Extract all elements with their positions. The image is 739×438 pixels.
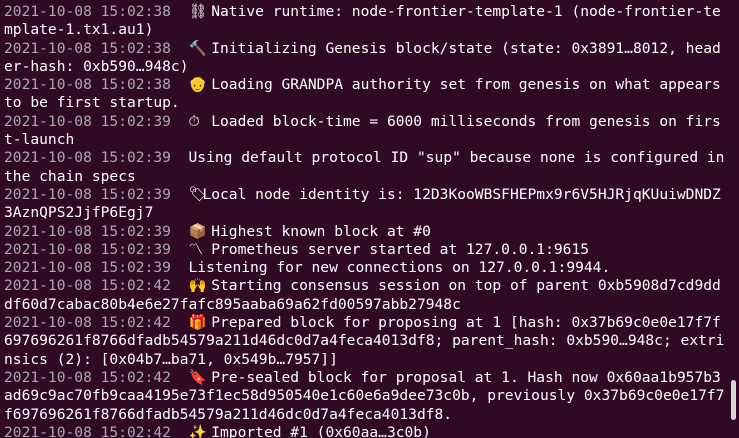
- log-line: 2021-10-08 15:02:42 🔖 Pre-sealed block f…: [4, 369, 726, 424]
- log-timestamp: 2021-10-08 15:02:39: [4, 240, 171, 258]
- gift-icon: 🎁: [188, 314, 207, 332]
- log-timestamp: 2021-10-08 15:02:42: [4, 314, 171, 332]
- log-line: 2021-10-08 15:02:42 🎁 Prepared block for…: [4, 314, 726, 369]
- log-line: 2021-10-08 15:02:38 🔨 Initializing Genes…: [4, 40, 726, 77]
- part-alternation-mark-icon: 〽: [188, 240, 204, 258]
- log-line: 2021-10-08 15:02:42 ✨ Imported #1 (0x60a…: [4, 424, 726, 438]
- log-timestamp: 2021-10-08 15:02:39: [4, 185, 171, 203]
- log-line: 2021-10-08 15:02:39 Listening for new co…: [4, 259, 726, 277]
- log-message: Highest known block at #0: [202, 222, 431, 240]
- vertical-scrollbar[interactable]: [727, 0, 739, 438]
- log-output: 2021-10-08 15:02:38 ⛓ Native runtime: no…: [4, 3, 726, 438]
- log-timestamp: 2021-10-08 15:02:39: [4, 222, 171, 240]
- bookmark-icon: 🔖: [188, 368, 207, 386]
- stopwatch-icon: ⏱: [188, 112, 200, 130]
- log-timestamp: 2021-10-08 15:02:39: [4, 259, 171, 277]
- terminal-window[interactable]: 2021-10-08 15:02:38 ⛓ Native runtime: no…: [0, 0, 739, 438]
- log-message: Listening for new connections on 127.0.0…: [188, 259, 611, 277]
- log-line: 2021-10-08 15:02:39 〽 Prometheus server …: [4, 241, 726, 259]
- log-message: Prometheus server started at 127.0.0.1:9…: [202, 240, 590, 258]
- hammer-icon: 🔨: [188, 39, 207, 57]
- log-timestamp: 2021-10-08 15:02:42: [4, 368, 171, 386]
- chain-icon: ⛓: [188, 3, 208, 20]
- raised-hands-icon: 🙌: [188, 277, 207, 295]
- log-timestamp: 2021-10-08 15:02:39: [4, 149, 171, 167]
- package-icon: 📦: [188, 222, 207, 240]
- log-line: 2021-10-08 15:02:39 ⏱ Loaded block-time …: [4, 113, 726, 150]
- log-message: Imported #1 (0x60aa…3c0b): [202, 423, 431, 438]
- log-timestamp: 2021-10-08 15:02:39: [4, 112, 171, 130]
- sparkles-icon: ✨: [188, 423, 207, 438]
- log-line: 2021-10-08 15:02:38 👴 Loading GRANDPA au…: [4, 76, 726, 113]
- log-timestamp: 2021-10-08 15:02:38: [4, 76, 171, 94]
- log-line: 2021-10-08 15:02:39 Using default protoc…: [4, 149, 726, 186]
- log-timestamp: 2021-10-08 15:02:42: [4, 277, 171, 295]
- log-line: 2021-10-08 15:02:38 ⛓ Native runtime: no…: [4, 3, 726, 40]
- log-line: 2021-10-08 15:02:42 🙌 Starting consensus…: [4, 277, 726, 314]
- old-man-icon: 👴: [188, 76, 207, 94]
- log-timestamp: 2021-10-08 15:02:38: [4, 3, 171, 20]
- scrollbar-thumb[interactable]: [731, 380, 736, 420]
- log-line: 2021-10-08 15:02:39 📦 Highest known bloc…: [4, 223, 726, 241]
- log-timestamp: 2021-10-08 15:02:42: [4, 423, 171, 438]
- log-timestamp: 2021-10-08 15:02:38: [4, 39, 171, 57]
- label-icon: 🏷: [188, 185, 208, 203]
- log-line: 2021-10-08 15:02:39 🏷Local node identity…: [4, 186, 726, 223]
